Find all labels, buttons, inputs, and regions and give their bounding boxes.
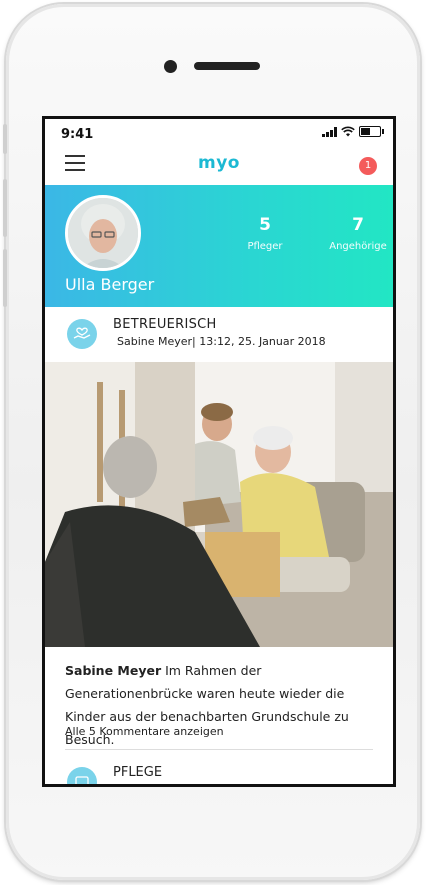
post-header: BETREUERISCH Sabine Meyer| 13:12, 25. Ja… (45, 307, 393, 361)
battery-icon (359, 126, 384, 137)
front-camera (164, 60, 177, 73)
post-photo[interactable] (45, 362, 393, 647)
earpiece-speaker (194, 62, 260, 70)
volume-up-button (3, 179, 7, 237)
nav-bar: myo 1 (45, 145, 393, 183)
wifi-icon (341, 126, 355, 137)
profile-header: Ulla Berger 5 Pfleger 7 Angehörige (45, 185, 393, 307)
stat-label: Angehörige (329, 241, 387, 252)
stat-value: 5 (259, 215, 271, 235)
profile-name: Ulla Berger (65, 275, 155, 294)
care-icon (67, 767, 97, 784)
stat-angehoerige[interactable]: 7 Angehörige (323, 215, 393, 252)
side-button (3, 124, 7, 154)
stat-value: 7 (352, 215, 364, 235)
status-bar: 9:41 (45, 119, 393, 145)
post-author[interactable]: Sabine Meyer (65, 663, 161, 678)
phone-frame: 9:41 myo 1 Ulla Berger 5 Pfleger 7 Angeh… (3, 4, 420, 880)
post-image (45, 362, 393, 647)
status-time: 9:41 (61, 127, 94, 142)
divider (65, 749, 373, 750)
system-icons (322, 126, 384, 137)
notification-badge[interactable]: 1 (359, 157, 377, 175)
app-logo: myo (198, 153, 240, 173)
stat-label: Pfleger (247, 241, 283, 252)
screen: 9:41 myo 1 Ulla Berger 5 Pfleger 7 Angeh… (42, 116, 396, 787)
volume-down-button (3, 249, 7, 307)
comments-link[interactable]: Alle 5 Kommentare anzeigen (65, 725, 224, 738)
post-category: BETREUERISCH (113, 317, 217, 332)
heart-hand-icon (67, 319, 97, 349)
avatar[interactable] (65, 195, 141, 271)
avatar-photo (68, 198, 138, 268)
post-meta: Sabine Meyer| 13:12, 25. Januar 2018 (117, 335, 326, 348)
stat-pfleger[interactable]: 5 Pfleger (230, 215, 300, 252)
signal-icon (322, 127, 337, 137)
next-post-category: PFLEGE (113, 765, 163, 780)
